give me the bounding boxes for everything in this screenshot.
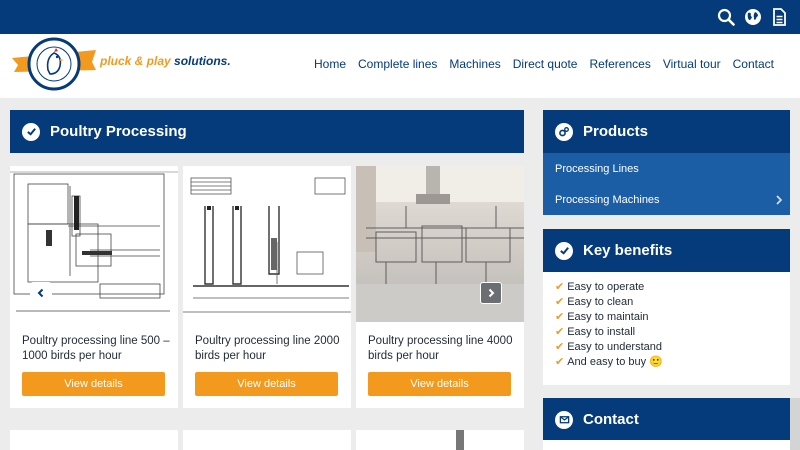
product-card-partial <box>10 430 178 450</box>
products-heading: Products <box>543 110 790 153</box>
line-2000-drawing <box>183 166 351 322</box>
card-title[interactable]: Poultry processing line 500 – 1000 birds… <box>22 334 170 364</box>
check-icon: ✔ <box>555 311 565 323</box>
nav-complete-lines[interactable]: Complete lines <box>358 57 437 71</box>
gears-icon <box>555 122 573 141</box>
carousel-prev-button[interactable] <box>30 282 52 304</box>
nav-contact[interactable]: Contact <box>733 57 774 71</box>
benefit-item: ✔ Easy to clean <box>555 296 634 308</box>
nav-virtual-tour[interactable]: Virtual tour <box>663 57 721 71</box>
view-details-button[interactable]: View details <box>368 372 511 396</box>
nav-direct-quote[interactable]: Direct quote <box>513 57 578 71</box>
sidebar-item-processing-machines[interactable]: Processing Machines <box>555 194 660 206</box>
chevron-right-icon <box>776 195 783 205</box>
check-icon: ✔ <box>555 356 565 368</box>
envelope-icon <box>555 410 573 429</box>
benefit-item: ✔ And easy to buy 🙂 <box>555 356 663 368</box>
benefits-list: ✔ Easy to operate ✔ Easy to clean ✔ Easy to… <box>543 272 790 385</box>
view-details-button[interactable]: View details <box>22 372 165 396</box>
site-header: pluck & play solutions. Home Complete li… <box>0 34 800 98</box>
top-bar <box>0 0 800 34</box>
nav-home[interactable]: Home <box>314 57 346 71</box>
contact-title: Contact <box>583 411 639 428</box>
benefits-heading: Key benefits <box>543 229 790 272</box>
scrollbar[interactable] <box>790 398 800 450</box>
benefit-item: ✔ Easy to understand <box>555 341 663 353</box>
tagline: pluck & play solutions. <box>100 54 231 68</box>
nav-machines[interactable]: Machines <box>449 57 500 71</box>
section-title: Poultry Processing <box>50 123 187 140</box>
main-nav: Home Complete lines Machines Direct quot… <box>314 57 774 71</box>
sidebar-item-processing-lines[interactable]: Processing Lines <box>555 163 639 175</box>
benefit-item: ✔ Easy to maintain <box>555 311 649 323</box>
benefit-item: ✔ Easy to operate <box>555 281 645 293</box>
benefits-title: Key benefits <box>583 242 673 259</box>
product-card: Poultry processing line 2000 birds per h… <box>183 166 351 408</box>
chevron-left-icon <box>37 288 44 298</box>
poultry-processing-heading: Poultry Processing <box>10 110 524 153</box>
check-icon: ✔ <box>555 341 565 353</box>
view-details-button[interactable]: View details <box>195 372 338 396</box>
card-title[interactable]: Poultry processing line 2000 birds per h… <box>195 334 343 364</box>
contact-box <box>543 440 790 450</box>
contact-heading: Contact <box>543 398 790 441</box>
search-icon[interactable] <box>717 8 735 26</box>
products-list: Processing Lines Processing Machines <box>543 153 790 215</box>
company-logo[interactable] <box>10 36 98 96</box>
check-circle-icon <box>22 122 40 141</box>
check-circle-icon <box>555 241 573 260</box>
product-card-partial <box>183 430 351 450</box>
check-icon: ✔ <box>555 326 565 338</box>
document-icon[interactable] <box>770 8 788 26</box>
chevron-right-icon <box>488 288 495 298</box>
products-title: Products <box>583 123 649 140</box>
nav-references[interactable]: References <box>589 57 650 71</box>
carousel-next-button[interactable] <box>480 282 502 304</box>
check-icon: ✔ <box>555 281 565 293</box>
product-card-partial <box>356 430 524 450</box>
benefit-item: ✔ Easy to install <box>555 326 636 338</box>
machine-photo <box>456 430 464 450</box>
card-title[interactable]: Poultry processing line 4000 birds per h… <box>368 334 516 364</box>
check-icon: ✔ <box>555 296 565 308</box>
globe-icon[interactable] <box>744 8 762 26</box>
